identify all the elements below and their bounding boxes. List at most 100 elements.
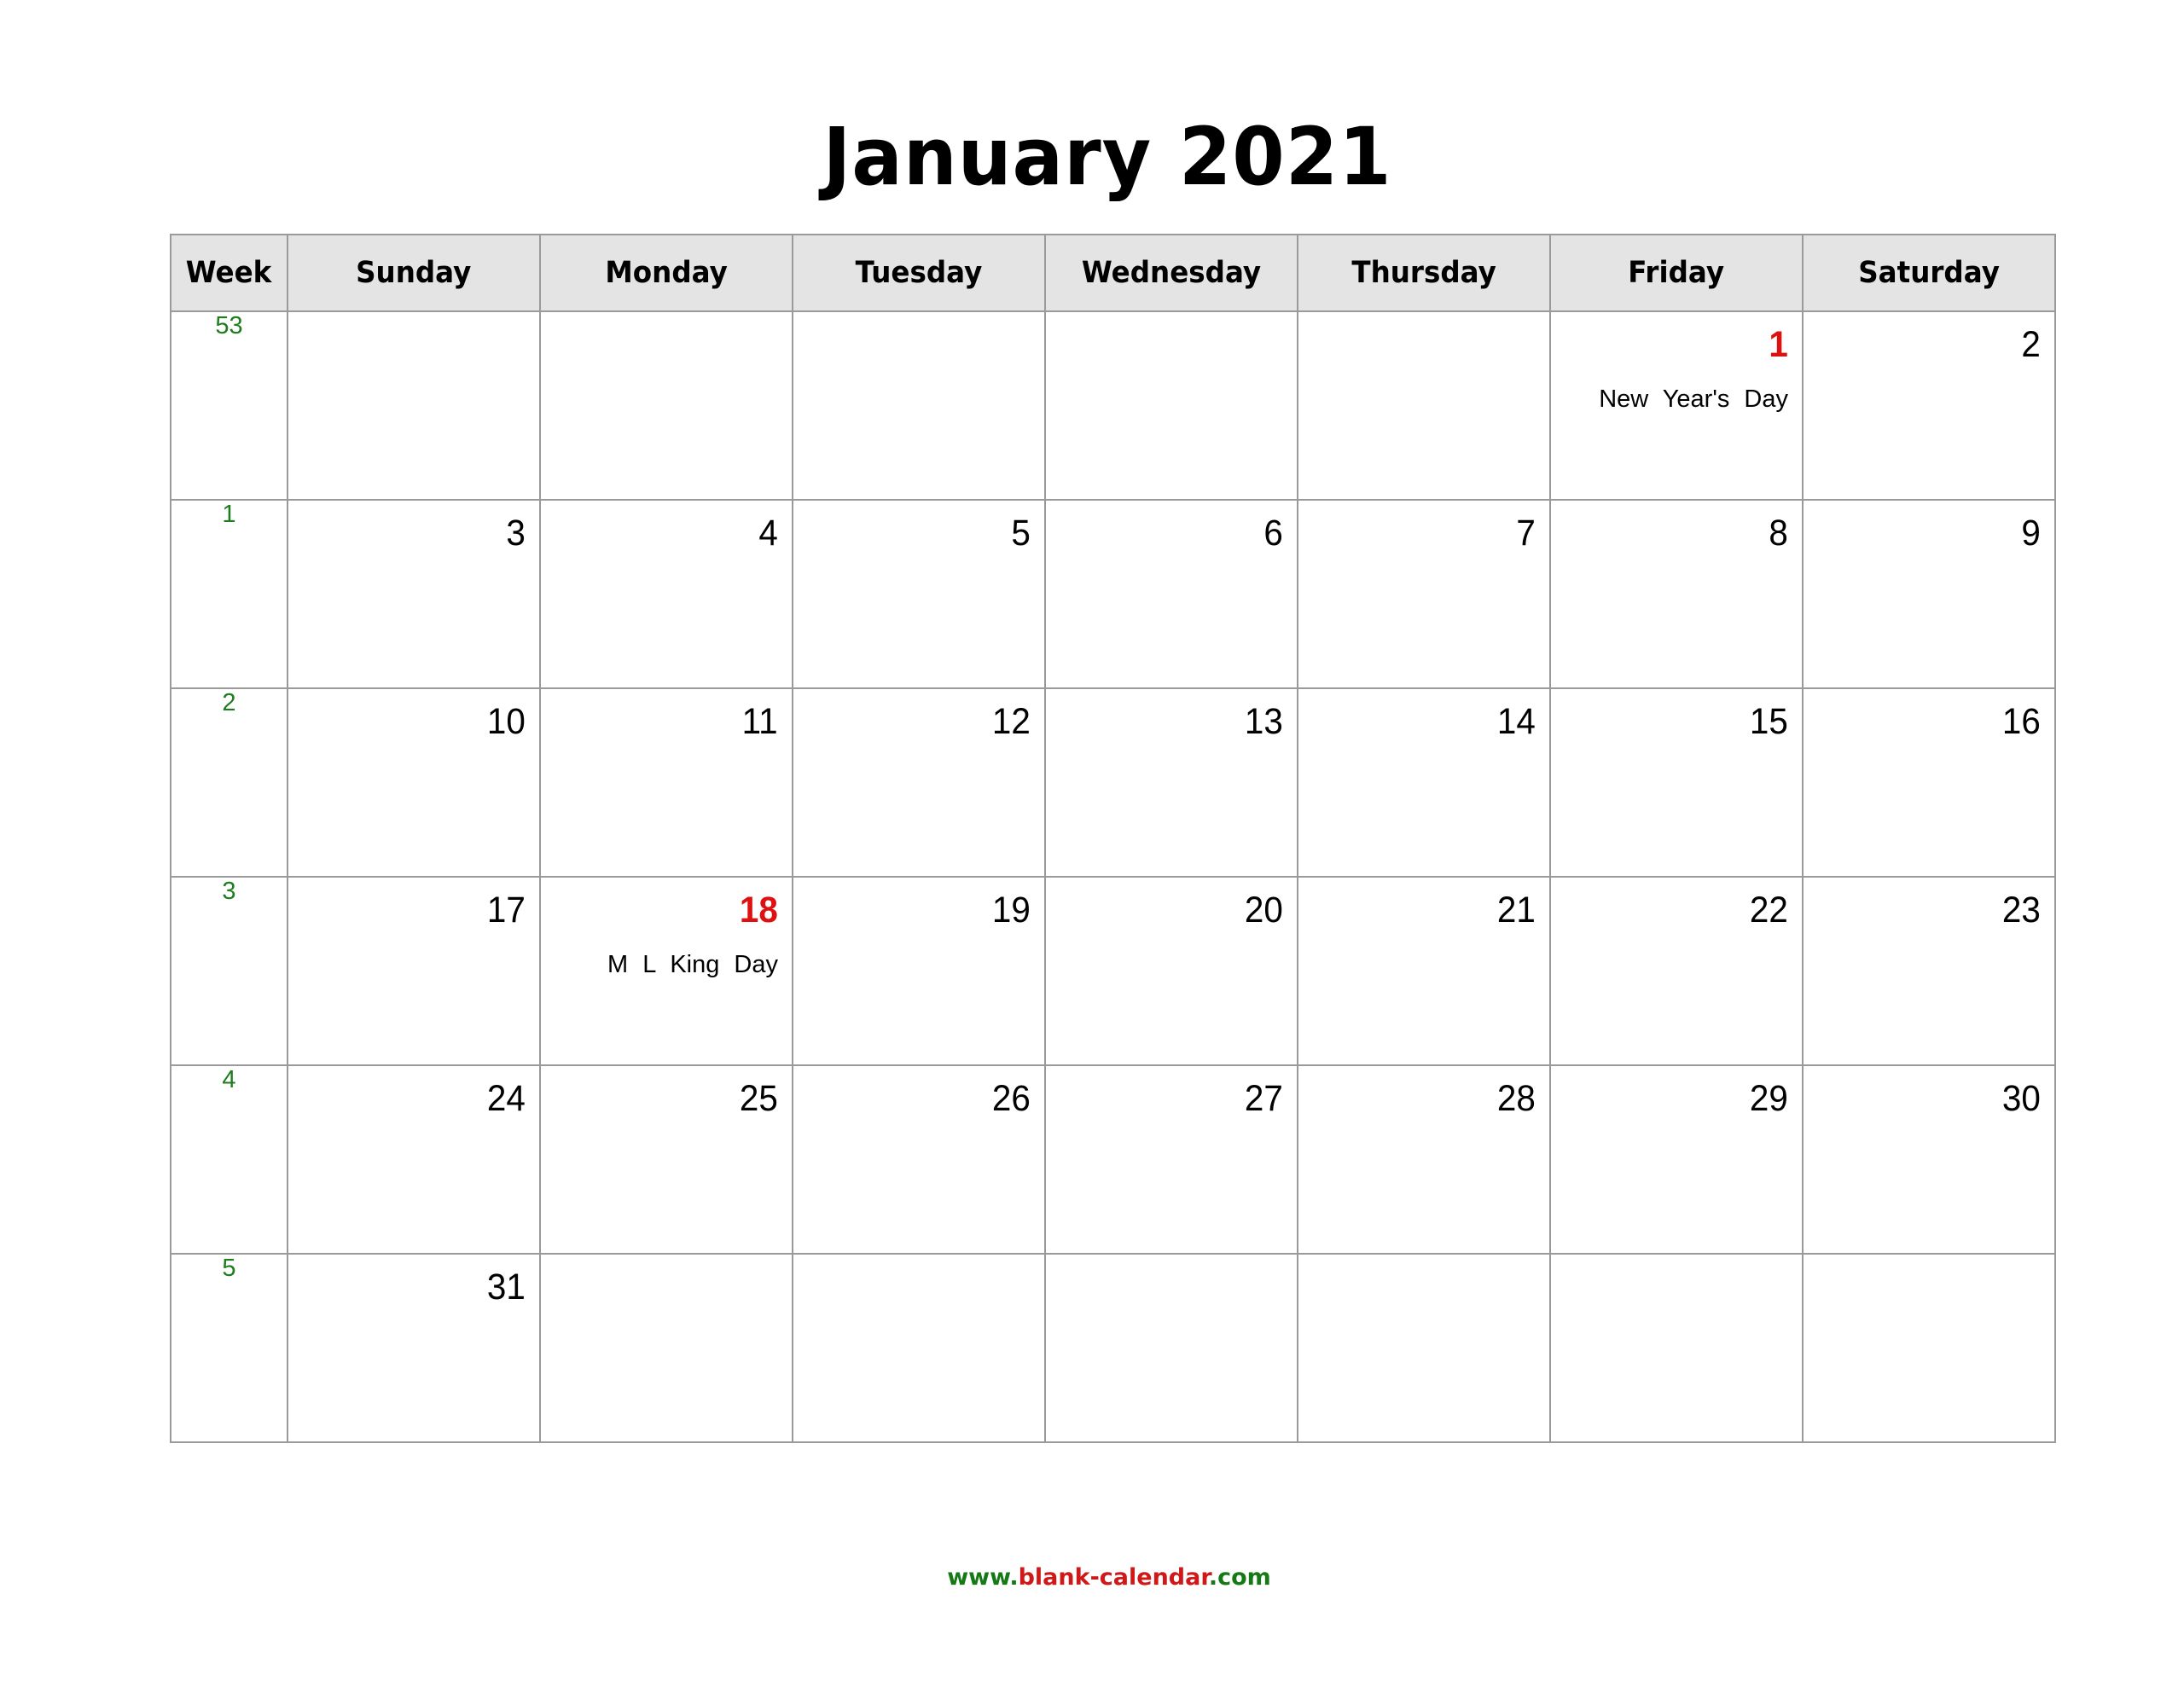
week-number: 3 <box>222 878 236 905</box>
day-cell[interactable]: 24 <box>287 1064 541 1255</box>
day-cell[interactable]: 15 <box>1549 687 1804 878</box>
day-cell-content <box>1804 1255 2054 1441</box>
date-number: 25 <box>740 1078 778 1119</box>
header-friday: Friday <box>1549 234 1804 312</box>
day-cell[interactable]: 26 <box>792 1064 1046 1255</box>
day-cell[interactable]: 10 <box>287 687 541 878</box>
empty-day-cell[interactable] <box>539 1253 793 1443</box>
empty-day-cell[interactable] <box>1044 310 1298 501</box>
day-cell-content: 9 <box>1804 501 2054 687</box>
day-cell[interactable]: 16 <box>1802 687 2056 878</box>
day-cell[interactable]: 13 <box>1044 687 1298 878</box>
footer-website[interactable]: www.blank-calendar.com <box>0 1564 2184 1591</box>
day-cell-content: 17 <box>288 878 539 1064</box>
week-number-cell: 4 <box>170 1064 288 1255</box>
day-cell[interactable]: 11 <box>539 687 793 878</box>
date-number: 19 <box>992 890 1031 930</box>
day-cell[interactable]: 21 <box>1297 876 1551 1066</box>
day-cell[interactable]: 12 <box>792 687 1046 878</box>
day-cell-content <box>1046 312 1297 499</box>
day-cell[interactable]: 22 <box>1549 876 1804 1066</box>
date-number: 12 <box>992 701 1031 742</box>
day-cell[interactable]: 29 <box>1549 1064 1804 1255</box>
week-row: 5 31 <box>170 1253 2056 1443</box>
empty-day-cell[interactable] <box>287 310 541 501</box>
day-cell-content <box>1298 1255 1549 1441</box>
date-number: 28 <box>1497 1078 1536 1119</box>
day-cell[interactable]: 1 New Year's Day <box>1549 310 1804 501</box>
week-row: 4 24 25 26 27 28 29 30 <box>170 1064 2056 1255</box>
date-number: 20 <box>1245 890 1283 930</box>
day-cell[interactable]: 8 <box>1549 499 1804 689</box>
empty-day-cell[interactable] <box>792 310 1046 501</box>
day-cell[interactable]: 18 M L King Day <box>539 876 793 1066</box>
date-number: 4 <box>758 513 778 554</box>
header-thursday: Thursday <box>1297 234 1551 312</box>
week-row: 2 10 11 12 13 14 15 16 <box>170 687 2056 878</box>
date-number: 7 <box>1516 513 1536 554</box>
day-cell-content: 29 <box>1551 1066 1802 1253</box>
day-cell[interactable]: 14 <box>1297 687 1551 878</box>
empty-day-cell[interactable] <box>792 1253 1046 1443</box>
date-number: 21 <box>1497 890 1536 930</box>
holiday-date-number: 1 <box>1769 324 1788 365</box>
week-number-cell: 1 <box>170 499 288 689</box>
day-cell[interactable]: 31 <box>287 1253 541 1443</box>
day-cell-content: 4 <box>541 501 792 687</box>
day-cell-content: 19 <box>793 878 1044 1064</box>
empty-day-cell[interactable] <box>1297 1253 1551 1443</box>
day-cell-content: 11 <box>541 689 792 876</box>
day-cell[interactable]: 6 <box>1044 499 1298 689</box>
day-cell[interactable]: 4 <box>539 499 793 689</box>
day-cell[interactable]: 25 <box>539 1064 793 1255</box>
header-saturday: Saturday <box>1802 234 2056 312</box>
header-day-label: Tuesday <box>855 256 983 290</box>
day-cell-content: 26 <box>793 1066 1044 1253</box>
footer-name: blank-calendar <box>1018 1564 1209 1591</box>
date-number: 24 <box>487 1078 526 1119</box>
day-cell-content: 16 <box>1804 689 2054 876</box>
empty-day-cell[interactable] <box>1297 310 1551 501</box>
day-cell[interactable]: 23 <box>1802 876 2056 1066</box>
day-cell[interactable]: 5 <box>792 499 1046 689</box>
footer-prefix: www. <box>947 1564 1019 1591</box>
day-cell-content <box>793 312 1044 499</box>
day-cell-content: 1 New Year's Day <box>1551 312 1802 499</box>
empty-day-cell[interactable] <box>1549 1253 1804 1443</box>
day-cell[interactable]: 17 <box>287 876 541 1066</box>
date-number: 8 <box>1769 513 1788 554</box>
holiday-date-number: 18 <box>740 890 778 930</box>
day-cell-content: 30 <box>1804 1066 2054 1253</box>
day-cell[interactable]: 28 <box>1297 1064 1551 1255</box>
day-cell[interactable]: 3 <box>287 499 541 689</box>
day-cell[interactable]: 2 <box>1802 310 2056 501</box>
empty-day-cell[interactable] <box>1802 1253 2056 1443</box>
day-cell[interactable]: 20 <box>1044 876 1298 1066</box>
day-cell-content <box>1046 1255 1297 1441</box>
day-cell-content: 23 <box>1804 878 2054 1064</box>
header-week-label: Week <box>186 256 272 290</box>
day-cell[interactable]: 9 <box>1802 499 2056 689</box>
date-number: 11 <box>742 701 778 742</box>
day-cell[interactable]: 27 <box>1044 1064 1298 1255</box>
holiday-name: New Year's Day <box>1599 386 1788 413</box>
week-number-cell: 53 <box>170 310 288 501</box>
day-cell-content: 31 <box>288 1255 539 1441</box>
header-day-label: Monday <box>605 256 728 290</box>
date-number: 6 <box>1263 513 1283 554</box>
day-cell-content: 18 M L King Day <box>541 878 792 1064</box>
header-day-label: Sunday <box>356 256 472 290</box>
empty-day-cell[interactable] <box>1044 1253 1298 1443</box>
header-week: Week <box>170 234 288 312</box>
empty-day-cell[interactable] <box>539 310 793 501</box>
week-number-cell: 3 <box>170 876 288 1066</box>
header-day-label: Friday <box>1628 256 1725 290</box>
day-cell[interactable]: 19 <box>792 876 1046 1066</box>
header-sunday: Sunday <box>287 234 541 312</box>
day-cell[interactable]: 7 <box>1297 499 1551 689</box>
header-monday: Monday <box>539 234 793 312</box>
day-cell[interactable]: 30 <box>1802 1064 2056 1255</box>
day-cell-content: 24 <box>288 1066 539 1253</box>
date-number: 31 <box>487 1267 526 1307</box>
day-cell-content: 7 <box>1298 501 1549 687</box>
